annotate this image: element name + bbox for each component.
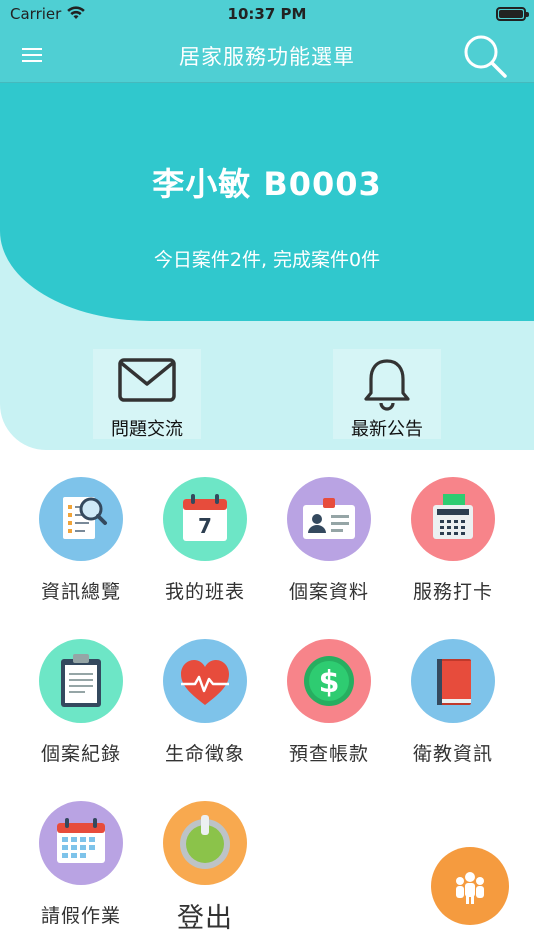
logout-menu-item[interactable]: 登出 xyxy=(143,801,267,941)
announcements-button[interactable]: 最新公告 xyxy=(333,349,441,440)
group-people-icon xyxy=(456,872,484,904)
punch-in-menu-item[interactable]: 服務打卡 xyxy=(391,477,515,617)
billing-menu-item[interactable]: $ 預查帳款 xyxy=(267,639,391,779)
clipboard-icon xyxy=(39,639,123,723)
status-bar: Carrier 10:37 PM xyxy=(0,0,534,28)
user-name: 李小敏 B0003 xyxy=(152,165,382,203)
dollar-symbol-text: $ xyxy=(319,665,340,700)
vital-signs-menu-item[interactable]: 生命徵象 xyxy=(143,639,267,779)
case-info-label: 個案資料 xyxy=(288,581,369,603)
battery-icon xyxy=(496,7,529,21)
leave-request-label: 請假作業 xyxy=(40,905,121,927)
group-floating-button[interactable] xyxy=(431,847,509,925)
calendar-day-text: 7 xyxy=(198,514,212,538)
overview-label: 資訊總覽 xyxy=(40,581,121,603)
case-records-menu-item[interactable]: 個案紀錄 xyxy=(19,639,143,779)
envelope-icon xyxy=(93,357,201,409)
schedule-menu-item[interactable]: 7 我的班表 xyxy=(143,477,267,617)
search-icon[interactable] xyxy=(460,31,510,81)
user-header: 李小敏 B0003 今日案件2件, 完成案件0件 xyxy=(0,83,534,321)
calendar-icon: 7 xyxy=(163,477,247,561)
vital-signs-label: 生命徵象 xyxy=(164,743,245,765)
power-icon xyxy=(163,801,247,885)
health-education-menu-item[interactable]: 衛教資訊 xyxy=(391,639,515,779)
schedule-label: 我的班表 xyxy=(164,581,245,603)
leave-request-menu-item[interactable]: 請假作業 xyxy=(19,801,143,941)
announcements-label: 最新公告 xyxy=(351,419,423,440)
health-education-label: 衛教資訊 xyxy=(412,743,493,765)
bell-icon xyxy=(333,357,441,417)
punch-in-label: 服務打卡 xyxy=(412,581,493,603)
logout-label: 登出 xyxy=(177,903,233,934)
case-records-label: 個案紀錄 xyxy=(40,743,121,765)
book-icon xyxy=(411,639,495,723)
report-magnifier-icon xyxy=(39,477,123,561)
billing-label: 預查帳款 xyxy=(288,743,369,765)
case-summary: 今日案件2件, 完成案件0件 xyxy=(153,249,381,271)
leave-calendar-icon xyxy=(39,801,123,885)
clock: 10:37 PM xyxy=(227,5,307,23)
messages-label: 問題交流 xyxy=(111,419,183,440)
id-card-icon xyxy=(287,477,371,561)
dollar-coin-icon: $ xyxy=(287,639,371,723)
overview-menu-item[interactable]: 資訊總覽 xyxy=(19,477,143,617)
case-info-menu-item[interactable]: 個案資料 xyxy=(267,477,391,617)
heart-pulse-icon xyxy=(163,639,247,723)
page-title: 居家服務功能選單 xyxy=(179,45,355,69)
punch-clock-icon xyxy=(411,477,495,561)
messages-button[interactable]: 問題交流 xyxy=(93,349,201,440)
navigation-bar: 居家服務功能選單 xyxy=(0,28,534,83)
